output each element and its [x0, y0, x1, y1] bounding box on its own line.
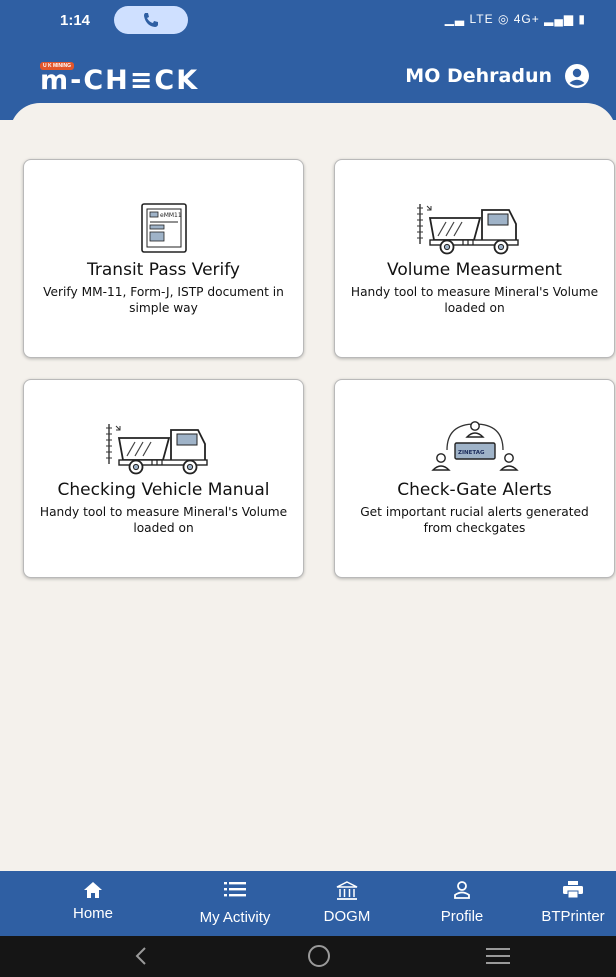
card-description: Get important rucial alerts generated fr… — [360, 505, 589, 535]
doc-label: eMM11 — [160, 212, 182, 219]
user-name[interactable]: MO Dehradun — [405, 65, 552, 87]
nav-item-btprinter[interactable]: BTPrinter — [540, 871, 606, 936]
status-time: 1:14 — [60, 12, 91, 29]
home-circle-icon[interactable] — [305, 944, 333, 968]
card-title: Volume Measurment — [387, 260, 562, 280]
card-title: Checking Vehicle Manual — [57, 480, 270, 500]
dump-truck-icon — [416, 204, 519, 255]
status-indicators: ▁▃ LTE ◎ 4G+ ▂▄▆ ▮ — [444, 12, 586, 26]
card-transit-pass-verify[interactable]: eMM11 Transit Pass Verify Verify MM-11, … — [23, 159, 304, 358]
nav-item-home[interactable]: Home — [70, 871, 116, 936]
card-volume-measurment[interactable]: Volume Measurment Handy tool to measure … — [334, 159, 615, 358]
system-navigation-bar — [0, 936, 616, 977]
list-icon — [224, 882, 246, 897]
tag-label: ZINETAG — [458, 450, 485, 456]
bank-icon — [336, 881, 358, 900]
nav-item-my-activity[interactable]: My Activity — [190, 871, 280, 936]
card-checking-vehicle-manual[interactable]: Checking Vehicle Manual Handy tool to me… — [23, 379, 304, 578]
content-area-top — [10, 103, 616, 133]
bottom-navigation: Home My Activity DOGM Profile BTPrinter — [0, 871, 616, 936]
ongoing-call-pill[interactable] — [114, 6, 188, 34]
account-circle-icon[interactable] — [564, 63, 590, 89]
nav-item-dogm[interactable]: DOGM — [318, 871, 376, 936]
nav-label: My Activity — [199, 909, 271, 926]
card-check-gate-alerts[interactable]: ZINETAG Check-Gate Alerts Get important … — [334, 379, 615, 578]
person-icon — [454, 881, 470, 899]
card-title: Check-Gate Alerts — [397, 480, 552, 500]
document-emm11-icon: eMM11 — [140, 203, 187, 253]
card-title: Transit Pass Verify — [87, 260, 240, 280]
printer-icon — [563, 881, 583, 899]
card-description: Handy tool to measure Mineral's Volume l… — [350, 285, 599, 315]
nav-label: Profile — [440, 908, 484, 925]
phone-icon — [144, 13, 158, 27]
checkgate-network-icon: ZINETAG — [430, 421, 519, 471]
nav-label: Home — [72, 905, 113, 922]
logo-text: m-CH≡CK — [40, 65, 200, 96]
home-icon — [84, 882, 102, 898]
nav-label: DOGM — [323, 908, 371, 925]
card-description: Verify MM-11, Form-J, ISTP document in s… — [43, 285, 284, 315]
nav-label: BTPrinter — [541, 908, 605, 925]
nav-item-profile[interactable]: Profile — [432, 871, 492, 936]
back-icon[interactable] — [132, 944, 150, 968]
menu-icon[interactable] — [484, 944, 512, 968]
card-description: Handy tool to measure Mineral's Volume l… — [39, 505, 288, 535]
status-bar: 1:14 ▁▃ LTE ◎ 4G+ ▂▄▆ ▮ — [0, 0, 616, 40]
dump-truck-icon — [105, 424, 208, 475]
